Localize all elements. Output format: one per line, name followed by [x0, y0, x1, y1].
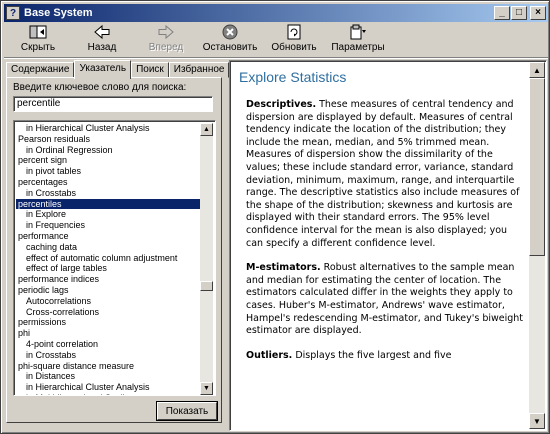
index-list-item[interactable]: percentages	[16, 177, 200, 188]
hide-label: Скрыть	[20, 42, 56, 53]
stop-label: Остановить	[202, 42, 258, 53]
scroll-up-button[interactable]: ▲	[200, 123, 213, 136]
toolbar: Скрыть Назад Вперед Остановить Обновить	[4, 23, 548, 57]
hide-button[interactable]: Скрыть	[8, 23, 68, 57]
topic-paragraph: Outliers. Displays the five largest and …	[246, 350, 524, 363]
index-list-item[interactable]: performance indices	[16, 274, 200, 285]
back-button[interactable]: Назад	[72, 23, 132, 57]
index-list-item[interactable]: in Hierarchical Cluster Analysis	[16, 123, 200, 134]
topic-scroll-up-button[interactable]: ▲	[529, 62, 545, 78]
topic-scrollbar[interactable]: ▲ ▼	[529, 62, 545, 429]
scroll-thumb[interactable]	[200, 281, 213, 291]
topic-title: Explore Statistics	[239, 69, 347, 85]
index-list-item[interactable]: in Hierarchical Cluster Analysis	[16, 382, 200, 393]
paragraph-term: M-estimators.	[246, 262, 321, 274]
paragraph-text: Robust alternatives to the sample mean a…	[246, 262, 524, 337]
index-list-items: in Hierarchical Cluster Analysis Pearson …	[16, 123, 200, 395]
back-arrow-icon	[93, 24, 111, 40]
index-list-item[interactable]: 4-point correlation	[16, 339, 200, 350]
keyword-input[interactable]: percentile	[13, 96, 213, 112]
paragraph-term: Outliers.	[246, 349, 293, 361]
app-icon: ?	[6, 6, 20, 20]
options-icon	[349, 24, 367, 40]
index-list-item[interactable]: effect of automatic column adjustment	[16, 253, 200, 264]
index-list-item[interactable]: caching data	[16, 242, 200, 253]
help-window: ? Base System _ □ × Скрыть Назад Вперед	[0, 0, 550, 434]
close-button[interactable]: ×	[530, 6, 546, 20]
topic-scroll-down-button[interactable]: ▼	[529, 413, 545, 429]
index-list-item[interactable]: phi-square distance measure	[16, 361, 200, 372]
index-list-item[interactable]: percent sign	[16, 155, 200, 166]
keyword-prompt: Введите ключевое слово для поиска:	[13, 82, 187, 93]
window-title: Base System	[24, 7, 93, 19]
toolbar-divider	[4, 57, 548, 59]
refresh-icon	[285, 24, 303, 40]
topic-pane: Explore Statistics Descriptives. These m…	[229, 60, 547, 431]
tab-search[interactable]: Поиск	[131, 62, 169, 78]
nav-tabs: Содержание Указатель Поиск Избранное	[6, 60, 230, 79]
index-list-item[interactable]: permissions	[16, 317, 200, 328]
show-button[interactable]: Показать	[157, 402, 217, 420]
index-list-item[interactable]: in Multidimensional Scaling	[16, 393, 200, 395]
index-list-item[interactable]: periodic lags	[16, 285, 200, 296]
index-list-item[interactable]: percentiles	[16, 198, 200, 210]
index-panel: Введите ключевое слово для поиска: perce…	[6, 77, 222, 423]
refresh-button[interactable]: Обновить	[264, 23, 324, 57]
tab-contents[interactable]: Содержание	[6, 62, 75, 78]
stop-button[interactable]: Остановить	[200, 23, 260, 57]
index-list-item[interactable]: Pearson residuals	[16, 134, 200, 145]
back-label: Назад	[87, 42, 117, 53]
tab-index[interactable]: Указатель	[74, 60, 132, 79]
scroll-down-button[interactable]: ▼	[200, 382, 213, 395]
index-list-item[interactable]: in Ordinal Regression	[16, 145, 200, 156]
forward-button[interactable]: Вперед	[136, 23, 196, 57]
minimize-button[interactable]: _	[494, 6, 510, 20]
tab-favorites[interactable]: Избранное	[168, 62, 230, 78]
index-list-item[interactable]: in Explore	[16, 209, 200, 220]
forward-label: Вперед	[148, 42, 184, 53]
topic-paragraph: Descriptives. These measures of central …	[246, 99, 524, 250]
index-list-item[interactable]: in Frequencies	[16, 220, 200, 231]
paragraph-text: These measures of central tendency and d…	[246, 99, 520, 249]
index-list-item[interactable]: in Crosstabs	[16, 350, 200, 361]
index-list-scrollbar[interactable]: ▲ ▼	[200, 123, 213, 395]
paragraph-text: Displays the five largest and five	[292, 349, 452, 361]
topic-paragraph: M-estimators. Robust alternatives to the…	[246, 262, 524, 338]
paragraph-term: Descriptives.	[246, 99, 317, 110]
index-list-item[interactable]: in pivot tables	[16, 166, 200, 177]
index-list-item[interactable]: Autocorrelations	[16, 296, 200, 307]
topic-scroll-thumb[interactable]	[529, 78, 545, 256]
index-list-item[interactable]: in Distances	[16, 371, 200, 382]
index-list-item[interactable]: phi	[16, 328, 200, 339]
index-list-item[interactable]: Cross-correlations	[16, 307, 200, 318]
title-bar[interactable]: ? Base System _ □ ×	[4, 4, 548, 22]
options-label: Параметры	[331, 42, 385, 53]
refresh-label: Обновить	[271, 42, 317, 53]
hide-pane-icon	[29, 24, 47, 40]
maximize-button[interactable]: □	[511, 6, 527, 20]
stop-icon	[221, 24, 239, 40]
index-list-item[interactable]: effect of large tables	[16, 263, 200, 274]
forward-arrow-icon	[157, 24, 175, 40]
index-list-item[interactable]: performance	[16, 231, 200, 242]
options-button[interactable]: Параметры	[328, 23, 388, 57]
index-list-item[interactable]: in Crosstabs	[16, 188, 200, 199]
index-list: in Hierarchical Cluster Analysis Pearson …	[13, 120, 216, 396]
